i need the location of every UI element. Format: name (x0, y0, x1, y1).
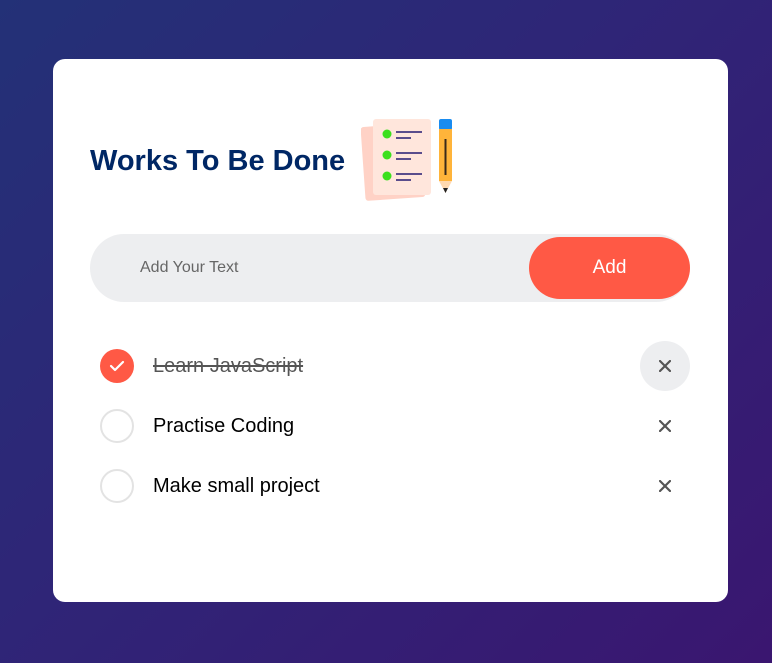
task-text: Practise Coding (153, 415, 295, 437)
header: Works To Be Done (90, 119, 457, 203)
delete-task-button[interactable] (640, 401, 690, 451)
delete-task-button[interactable] (640, 461, 690, 511)
task-item[interactable]: Practise Coding (90, 396, 690, 456)
close-icon (659, 360, 671, 372)
task-text: Make small project (153, 475, 320, 497)
checked-circle-icon[interactable] (100, 349, 134, 383)
app-title: Works To Be Done (90, 144, 346, 177)
task-item[interactable]: Make small project (90, 456, 690, 516)
task-text: Learn JavaScript (153, 355, 304, 377)
checklist-with-pencil-icon (361, 119, 453, 201)
close-icon (659, 420, 671, 432)
task-input[interactable] (140, 234, 520, 302)
unchecked-circle-icon[interactable] (100, 469, 134, 503)
task-list: Learn JavaScript Practise Coding Make sm… (90, 336, 690, 516)
close-icon (659, 480, 671, 492)
unchecked-circle-icon[interactable] (100, 409, 134, 443)
checkmark-icon (109, 360, 125, 372)
todo-app-card: Works To Be Done Add Your Text Add Learn… (53, 59, 728, 602)
add-button[interactable]: Add (529, 237, 690, 299)
delete-task-button[interactable] (640, 341, 690, 391)
add-task-row: Add (90, 234, 690, 302)
task-item[interactable]: Learn JavaScript (90, 336, 690, 396)
